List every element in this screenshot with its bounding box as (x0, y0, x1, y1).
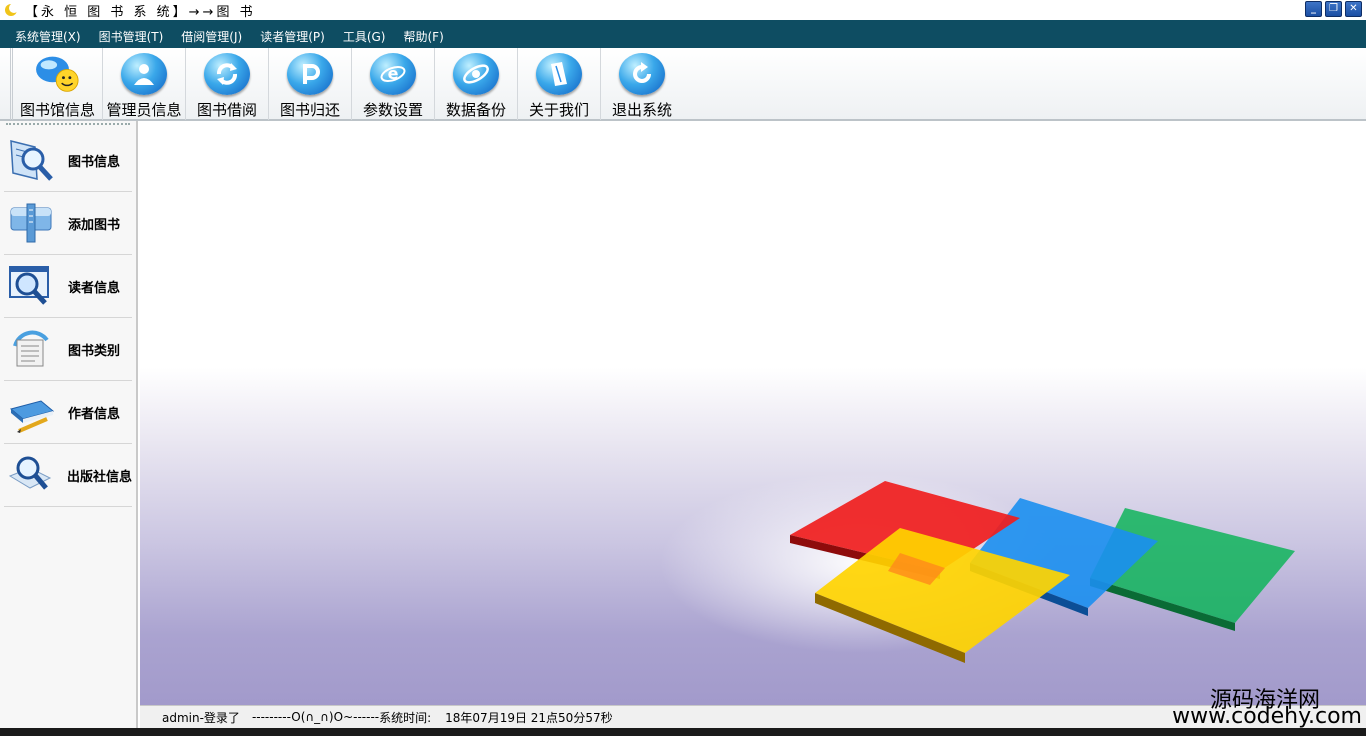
about-button[interactable]: 关于我们 (517, 48, 600, 120)
status-time-value: 18年07月19日 21点50分57秒 (445, 710, 613, 725)
category-icon (6, 324, 56, 374)
main-background (140, 123, 1366, 705)
watermark-url: www.codehy.com (1172, 704, 1362, 729)
admin-info-icon (121, 53, 167, 95)
glass-tiles-illustration (660, 473, 1295, 663)
sidebar-item-reader-info[interactable]: 读者信息 (4, 255, 132, 318)
sidebar-item-book-info[interactable]: 图书信息 (4, 129, 132, 192)
about-icon (536, 53, 582, 95)
sidebar-item-author[interactable]: 作者信息 (4, 381, 132, 444)
book-return-button[interactable]: 图书归还 (268, 48, 351, 120)
author-icon (6, 387, 56, 437)
publisher-icon (6, 450, 55, 500)
book-search-icon (6, 135, 56, 185)
sidebar-item-category[interactable]: 图书类别 (4, 318, 132, 381)
title-bar: 【永 恒 图 书 系 统】→→图 书 _ ❐ ✕ (0, 0, 1366, 20)
app-moon-icon (5, 3, 19, 16)
backup-button[interactable]: 数据备份 (434, 48, 517, 120)
minimize-button[interactable]: _ (1305, 1, 1322, 17)
sidebar-item-label: 读者信息 (68, 280, 121, 296)
menu-borrow-management[interactable]: 借阅管理(J) (172, 28, 251, 48)
window-controls: _ ❐ ✕ (1305, 1, 1362, 17)
menu-bar: 系统管理(X) 图书管理(T) 借阅管理(J) 读者管理(P) 工具(G) 帮助… (0, 20, 1366, 48)
about-label: 关于我们 (528, 101, 589, 119)
settings-label: 参数设置 (362, 101, 423, 119)
close-button[interactable]: ✕ (1345, 1, 1362, 17)
reader-search-icon (6, 261, 56, 311)
menu-book-management[interactable]: 图书管理(T) (90, 28, 173, 48)
add-book-icon (6, 198, 56, 248)
sidebar-item-label: 添加图书 (68, 217, 121, 233)
status-decoration: ---------O(∩_∩)O~------ (251, 710, 380, 724)
book-borrow-label: 图书借阅 (196, 101, 257, 119)
library-info-icon (35, 56, 79, 92)
sidebar-item-label: 图书类别 (68, 343, 121, 359)
exit-label: 退出系统 (611, 101, 672, 119)
sidebar-item-publisher[interactable]: 出版社信息 (4, 444, 132, 507)
settings-button[interactable]: e 参数设置 (351, 48, 434, 120)
menu-help[interactable]: 帮助(F) (394, 28, 452, 48)
restore-button[interactable]: ❐ (1325, 1, 1342, 17)
sidebar: 图书信息 添加图书 读者信息 图书类别 作者信息 出版社信息 (0, 121, 138, 728)
book-return-icon (287, 53, 333, 95)
menu-tools[interactable]: 工具(G) (334, 28, 395, 48)
window-title: 【永 恒 图 书 系 统】→→图 书 (25, 4, 256, 20)
sidebar-item-label: 出版社信息 (66, 469, 132, 485)
status-user: admin-登录了 (162, 710, 240, 725)
library-info-button[interactable]: 图书馆信息 (10, 48, 102, 120)
admin-info-label: 管理员信息 (106, 101, 182, 119)
book-return-label: 图书归还 (279, 101, 340, 119)
backup-icon (453, 53, 499, 95)
taskbar-strip (0, 728, 1366, 736)
library-info-label: 图书馆信息 (19, 101, 95, 119)
toolbar: 图书馆信息 管理员信息 图书借阅 图书归还 e 参数设置 数据备份 关于我们 退… (0, 48, 1366, 121)
exit-button[interactable]: 退出系统 (600, 48, 683, 120)
status-time-label: 系统时间: (379, 710, 432, 725)
settings-icon: e (370, 53, 416, 95)
svg-text:e: e (388, 64, 399, 83)
book-borrow-icon (204, 53, 250, 95)
admin-info-button[interactable]: 管理员信息 (102, 48, 185, 120)
exit-icon (619, 53, 665, 95)
book-borrow-button[interactable]: 图书借阅 (185, 48, 268, 120)
sidebar-item-label: 作者信息 (68, 406, 121, 422)
sidebar-item-add-book[interactable]: 添加图书 (4, 192, 132, 255)
menu-system[interactable]: 系统管理(X) (6, 28, 90, 48)
menu-reader-management[interactable]: 读者管理(P) (251, 28, 334, 48)
backup-label: 数据备份 (445, 101, 506, 119)
sidebar-item-label: 图书信息 (68, 154, 121, 170)
